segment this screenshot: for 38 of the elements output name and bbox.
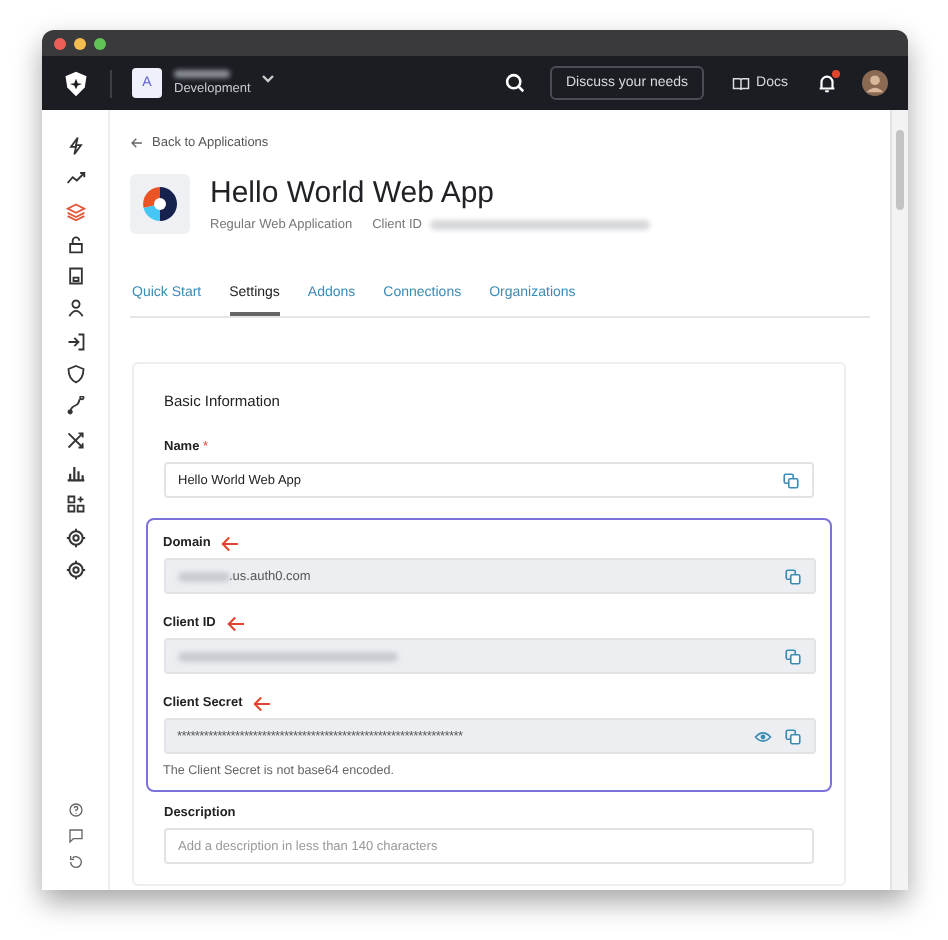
help-icon[interactable] bbox=[67, 802, 83, 818]
chat-icon[interactable] bbox=[67, 828, 83, 844]
arrow-left-icon bbox=[225, 615, 246, 631]
book-icon bbox=[732, 75, 751, 91]
scrollbar[interactable] bbox=[890, 110, 908, 890]
shield-icon[interactable] bbox=[65, 364, 85, 385]
arrow-left-icon bbox=[130, 136, 144, 150]
chevron-down-icon[interactable] bbox=[260, 69, 277, 85]
copy-icon[interactable] bbox=[783, 727, 801, 745]
minimize-button[interactable] bbox=[74, 37, 86, 49]
person-icon[interactable] bbox=[65, 298, 85, 319]
eye-icon[interactable] bbox=[753, 727, 771, 745]
grid-icon[interactable] bbox=[65, 494, 85, 515]
input-field[interactable] bbox=[163, 638, 815, 674]
bolt-icon[interactable] bbox=[65, 136, 85, 156]
shield-logo-icon[interactable] bbox=[62, 69, 90, 97]
route-icon[interactable] bbox=[65, 396, 85, 417]
search-icon[interactable] bbox=[503, 72, 526, 94]
copy-icon[interactable] bbox=[783, 567, 801, 585]
copy-icon[interactable] bbox=[782, 471, 800, 489]
chart-icon[interactable] bbox=[65, 461, 85, 482]
shuffle-icon[interactable] bbox=[65, 429, 85, 450]
user-avatar-icon[interactable] bbox=[862, 70, 888, 96]
arrow-left-icon bbox=[252, 695, 273, 711]
redacted-text bbox=[177, 571, 229, 581]
layers-icon[interactable] bbox=[65, 201, 85, 222]
trend-icon[interactable] bbox=[65, 168, 85, 189]
close-button[interactable] bbox=[54, 37, 66, 49]
zoom-button[interactable] bbox=[94, 37, 106, 49]
badge-icon[interactable] bbox=[65, 266, 85, 287]
arrow-left-icon bbox=[220, 535, 241, 551]
bell-icon[interactable] bbox=[816, 72, 838, 94]
lock-icon[interactable] bbox=[65, 233, 85, 254]
app-logo-icon bbox=[130, 174, 190, 234]
refresh-icon[interactable] bbox=[67, 854, 83, 870]
copy-icon[interactable] bbox=[783, 647, 801, 665]
login-icon[interactable] bbox=[65, 331, 85, 352]
app-title: Hello World Web App bbox=[210, 176, 497, 210]
